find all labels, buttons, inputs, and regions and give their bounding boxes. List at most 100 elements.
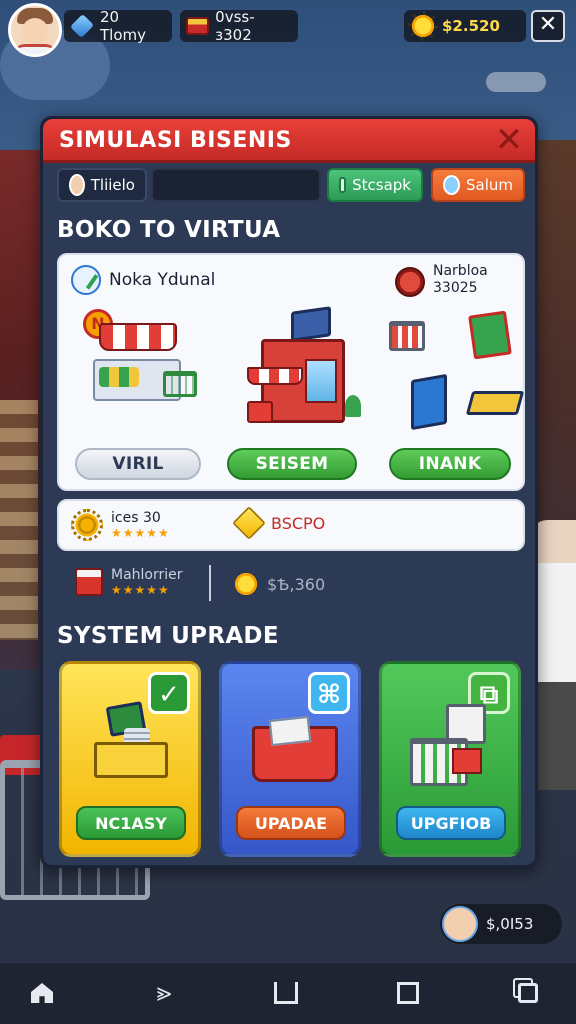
earnings-stat: $Ѣ,360 xyxy=(231,569,326,599)
home-shape xyxy=(31,983,53,1003)
panel-close-icon[interactable]: ✕ xyxy=(491,123,527,159)
produce-crates xyxy=(99,367,139,387)
fast-forward-icon[interactable]: ⪢ xyxy=(148,977,180,1009)
copy-windows-icon[interactable] xyxy=(512,977,544,1009)
tab-profile-label: Tliielo xyxy=(90,176,135,194)
avatar-face xyxy=(22,18,48,44)
gems-counter[interactable]: 20 Tlomy xyxy=(64,8,172,44)
bottom-navigation-bar: ⪢ xyxy=(0,962,576,1024)
rating-item[interactable]: ices 30 ★★★★★ xyxy=(71,509,170,541)
tin-can-icon xyxy=(395,267,425,297)
tab-stock[interactable]: Stcsapk xyxy=(327,168,423,202)
house-outline-icon[interactable] xyxy=(270,977,302,1009)
money-counter[interactable]: $2.520 xyxy=(404,10,526,42)
product-stat-stars: ★★★★★ xyxy=(111,583,170,597)
code-counter-text: 0vss-ɜ302 xyxy=(215,8,255,44)
stall-awning xyxy=(99,323,177,351)
gold-cube-icon xyxy=(232,506,266,540)
stats-row: Mahlorrier ★★★★★ $Ѣ,360 xyxy=(63,561,523,605)
avatar-shirt xyxy=(13,44,57,54)
tab-row: Tliielo Stcsapk Salum xyxy=(55,168,525,202)
square-shape xyxy=(397,982,419,1004)
panel-title: SIMULASI BISENIS xyxy=(59,128,292,153)
small-cart-icon xyxy=(163,371,197,397)
stats-divider xyxy=(209,565,211,601)
basket-icon xyxy=(247,401,273,423)
earnings-stat-value: $Ѣ,360 xyxy=(267,574,326,594)
profile-face-icon xyxy=(69,174,85,196)
stock-box-icon xyxy=(339,177,347,193)
balance-chip[interactable]: $,0I53 xyxy=(440,904,562,944)
hand-icon xyxy=(443,175,460,195)
close-icon[interactable]: ✕ xyxy=(531,10,565,42)
player-avatar[interactable] xyxy=(8,3,62,57)
house-shape xyxy=(274,982,298,1004)
store-stat-line2: 33025 xyxy=(433,280,478,296)
upgfiob-button[interactable]: UPGFIOB xyxy=(396,806,506,840)
basket-illustration xyxy=(248,704,338,794)
upgrade-section-title: SYSTEM UPRADE xyxy=(57,623,279,649)
upadae-button[interactable]: UPADAE xyxy=(236,806,346,840)
cart-icon xyxy=(389,321,425,351)
tray-icon xyxy=(465,391,525,415)
market-stall-illustration[interactable]: N xyxy=(83,309,203,419)
cart-kiosk-illustration xyxy=(408,704,498,794)
upgrade-card-cart[interactable]: ⧉ UPGFIOB xyxy=(379,661,521,857)
shop-building-illustration[interactable] xyxy=(241,306,361,437)
gem-icon xyxy=(69,13,95,39)
upgrade-card-basket[interactable]: ⌘ UPADAE xyxy=(219,661,361,857)
rewards-strip: ices 30 ★★★★★ BSCPO xyxy=(57,499,525,551)
tab-sales-label: Salum xyxy=(466,176,513,194)
gold-coin-icon xyxy=(231,569,261,599)
business-simulation-panel: SIMULASI BISENIS ✕ Tliielo Stcsapk Salum… xyxy=(40,116,538,868)
tab-profile[interactable]: Tliielo xyxy=(57,168,147,202)
bonus-item-label: BSCPO xyxy=(271,513,326,533)
store-header: Noka Ydunal xyxy=(71,265,215,295)
panel-header: SIMULASI BISENIS ✕ xyxy=(43,119,535,163)
red-box-icon xyxy=(452,748,482,774)
gold-coin-icon xyxy=(408,11,438,41)
store-card: Noka Ydunal Narbloa 33025 N VIRIL SEISEM… xyxy=(57,253,525,491)
tablet-icon xyxy=(468,310,512,360)
inank-button[interactable]: INANK xyxy=(389,448,511,480)
card-reader-icon xyxy=(411,373,447,431)
balance-chip-text: $,0I53 xyxy=(486,915,534,933)
shop-window xyxy=(305,359,337,403)
product-stat: Mahlorrier ★★★★★ xyxy=(75,567,183,597)
code-counter[interactable]: 0vss-ɜ302 xyxy=(180,8,298,44)
checkout-counter-illustration xyxy=(88,701,178,794)
home-icon[interactable] xyxy=(26,977,58,1009)
shop-awning xyxy=(247,367,303,385)
money-counter-text: $2.520 xyxy=(442,17,500,35)
red-box-icon xyxy=(75,568,103,596)
store-stat-line1: Narbloa xyxy=(433,263,488,279)
copy-shape xyxy=(518,983,538,1003)
growth-arrow-icon xyxy=(71,265,101,295)
search-input[interactable] xyxy=(151,168,321,202)
basket-contents-icon xyxy=(268,715,312,747)
top-bar: 20 Tlomy 0vss-ɜ302 $2.520 ✕ xyxy=(0,0,576,57)
background-street-lamp xyxy=(486,72,546,92)
rating-stars: ★★★★★ xyxy=(111,526,170,540)
advisor-avatar xyxy=(442,906,478,942)
brick-icon xyxy=(186,17,210,35)
product-stat-label: Mahlorrier xyxy=(111,567,183,583)
plant-icon xyxy=(345,395,361,417)
gear-icon xyxy=(71,509,103,541)
seisem-button[interactable]: SEISEM xyxy=(227,448,357,480)
gems-counter-text: 20 Tlomy xyxy=(99,8,146,44)
counter-icon xyxy=(94,742,168,778)
store-stat: Narbloa 33025 xyxy=(395,263,488,297)
rating-item-label: ices 30 xyxy=(111,510,161,526)
tab-sales[interactable]: Salum xyxy=(431,168,525,202)
bonus-item[interactable]: BSCPO xyxy=(232,506,326,540)
shop-sign xyxy=(291,306,331,342)
tab-stock-label: Stcsapk xyxy=(352,176,411,194)
square-icon[interactable] xyxy=(392,977,424,1009)
nc1asy-button[interactable]: NC1ASY xyxy=(76,806,186,840)
upgrade-card-counter[interactable]: ✓ NC1ASY xyxy=(59,661,201,857)
store-name: Noka Ydunal xyxy=(109,270,216,290)
shop-items-illustration[interactable] xyxy=(389,309,525,437)
store-section-title: BOKO TO VIRTUA xyxy=(57,217,281,243)
viril-button[interactable]: VIRIL xyxy=(75,448,201,480)
